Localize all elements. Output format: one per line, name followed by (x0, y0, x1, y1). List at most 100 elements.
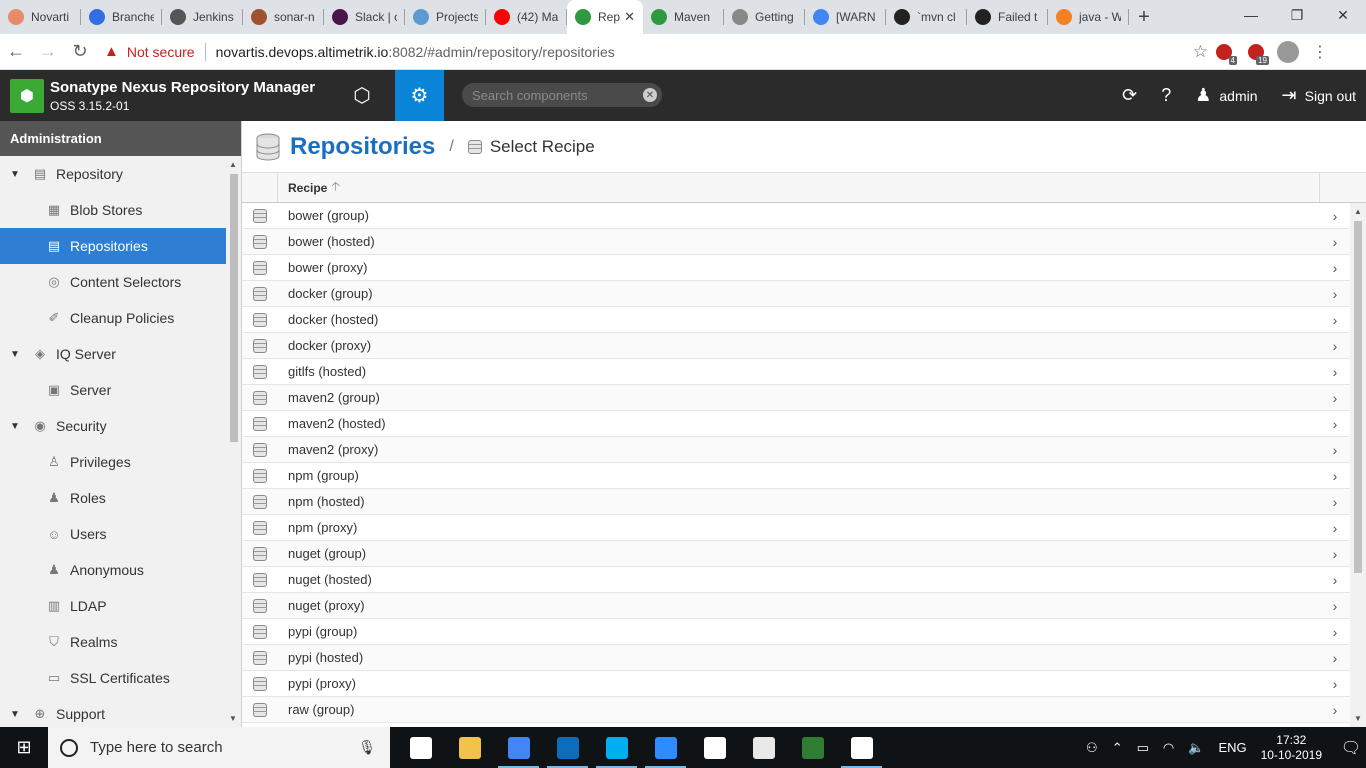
refresh-icon[interactable]: ⟳ (1122, 85, 1137, 106)
grid-scrollbar[interactable]: ▲ ▼ (1350, 203, 1366, 727)
sidebar-item-cleanup-policies[interactable]: ✐ Cleanup Policies (0, 300, 226, 336)
sign-out-link[interactable]: Sign out (1305, 88, 1356, 104)
admin-mode-button[interactable]: ⚙ (395, 70, 444, 121)
battery-icon[interactable]: ▭ (1137, 740, 1149, 756)
profile-button[interactable] (1272, 38, 1304, 66)
table-row[interactable]: maven2 (group) › (242, 385, 1350, 411)
table-row[interactable]: pypi (proxy) › (242, 671, 1350, 697)
table-row[interactable]: bower (hosted) › (242, 229, 1350, 255)
taskbar-app-task-view[interactable] (396, 727, 445, 768)
sidebar-item-ssl-certificates[interactable]: ▭ SSL Certificates (0, 660, 226, 696)
notifications-icon[interactable]: 🗨 (1336, 738, 1366, 758)
sidebar-item-iq-server[interactable]: ▼ ◈ IQ Server (0, 336, 226, 372)
sidebar-item-realms[interactable]: ⛉ Realms (0, 624, 226, 660)
taskbar-app-outlook[interactable] (543, 727, 592, 768)
table-row[interactable]: pypi (hosted) › (242, 645, 1350, 671)
sign-out-icon[interactable]: ⇥ (1282, 85, 1297, 106)
expand-toggle-icon[interactable]: ▼ (10, 709, 20, 720)
sidebar-scroll-thumb[interactable] (230, 174, 238, 442)
browser-tab[interactable]: sonar-n (243, 0, 324, 34)
extension-button-2[interactable]: 19 (1240, 38, 1272, 66)
sidebar-item-security[interactable]: ▼ ◉ Security (0, 408, 226, 444)
table-row[interactable]: npm (group) › (242, 463, 1350, 489)
browse-mode-button[interactable]: ⬡ (340, 70, 384, 121)
table-row[interactable]: nuget (proxy) › (242, 593, 1350, 619)
grid-scroll-thumb[interactable] (1354, 221, 1362, 573)
browser-tab[interactable]: Maven (643, 0, 724, 34)
sidebar-item-server[interactable]: ▣ Server (0, 372, 226, 408)
sidebar-item-roles[interactable]: ♟ Roles (0, 480, 226, 516)
microphone-icon[interactable]: 🎙 (358, 739, 376, 756)
table-row[interactable]: nuget (group) › (242, 541, 1350, 567)
search-components-input[interactable]: Search components ✕ (462, 83, 662, 107)
table-row[interactable]: npm (hosted) › (242, 489, 1350, 515)
table-row[interactable]: docker (group) › (242, 281, 1350, 307)
browser-tab[interactable]: java - W (1048, 0, 1129, 34)
forward-button[interactable]: → (32, 36, 64, 68)
taskbar-app-notepad[interactable] (739, 727, 788, 768)
table-row[interactable]: docker (hosted) › (242, 307, 1350, 333)
sidebar-item-blob-stores[interactable]: ▦ Blob Stores (0, 192, 226, 228)
sidebar-item-ldap[interactable]: ▥ LDAP (0, 588, 226, 624)
expand-toggle-icon[interactable]: ▼ (10, 169, 20, 180)
browser-tab[interactable]: Projects (405, 0, 486, 34)
people-icon[interactable]: ⚇ (1086, 740, 1098, 756)
sidebar-item-content-selectors[interactable]: ◎ Content Selectors (0, 264, 226, 300)
maximize-button[interactable]: ❐ (1274, 0, 1320, 30)
taskbar-app-photos[interactable] (837, 727, 886, 768)
expand-toggle-icon[interactable]: ▼ (10, 349, 20, 360)
new-tab-button[interactable]: + (1129, 0, 1159, 34)
table-row[interactable]: bower (group) › (242, 203, 1350, 229)
browser-tab[interactable]: (42) Ma (486, 0, 567, 34)
taskbar-search[interactable]: Type here to search 🎙 (48, 727, 390, 768)
browser-tab[interactable]: Slack | c (324, 0, 405, 34)
expand-toggle-icon[interactable]: ▼ (10, 421, 20, 432)
taskbar-app-excel-like[interactable] (788, 727, 837, 768)
browser-tab[interactable]: `mvn cl (886, 0, 967, 34)
close-window-button[interactable]: ✕ (1320, 0, 1366, 30)
table-row[interactable]: nuget (hosted) › (242, 567, 1350, 593)
sidebar-scrollbar[interactable]: ▲ ▼ (226, 156, 241, 727)
browser-tab[interactable]: [WARN (805, 0, 886, 34)
table-row[interactable]: docker (proxy) › (242, 333, 1350, 359)
scroll-down-icon[interactable]: ▼ (229, 714, 237, 723)
extension-button-1[interactable]: 4 (1208, 38, 1240, 66)
help-icon[interactable]: ? (1161, 85, 1171, 106)
table-row[interactable]: maven2 (hosted) › (242, 411, 1350, 437)
table-row[interactable]: npm (proxy) › (242, 515, 1350, 541)
scroll-up-icon[interactable]: ▲ (229, 160, 237, 169)
security-status[interactable]: Not secure (127, 44, 195, 60)
browser-tab[interactable]: Novarti (0, 0, 81, 34)
table-row[interactable]: pypi (group) › (242, 619, 1350, 645)
back-button[interactable]: ← (0, 36, 32, 68)
address-bar[interactable]: ▲ Not secure novartis.devops.altimetrik.… (104, 38, 1208, 66)
start-button[interactable]: ⊞ (0, 727, 48, 768)
clear-search-icon[interactable]: ✕ (643, 88, 657, 102)
taskbar-app-file-explorer[interactable] (445, 727, 494, 768)
user-name[interactable]: admin (1219, 88, 1257, 104)
recipe-column-header[interactable]: Recipe 🡡 (278, 173, 1320, 202)
browser-tab[interactable]: Failed t (967, 0, 1048, 34)
browser-tab[interactable]: Rep ✕ (567, 0, 643, 34)
minimize-button[interactable]: — (1228, 0, 1274, 30)
sidebar-item-support[interactable]: ▼ ⊕ Support (0, 696, 226, 727)
sidebar-item-repository[interactable]: ▼ ▤ Repository (0, 156, 226, 192)
language-indicator[interactable]: ENG (1218, 740, 1246, 755)
table-row[interactable]: bower (proxy) › (242, 255, 1350, 281)
table-row[interactable]: raw (group) › (242, 697, 1350, 723)
wifi-icon[interactable]: ◠ (1163, 740, 1174, 756)
bookmark-star-icon[interactable]: ☆ (1193, 42, 1208, 62)
volume-icon[interactable]: 🔈 (1188, 740, 1204, 756)
table-row[interactable]: gitlfs (hosted) › (242, 359, 1350, 385)
taskbar-app-zoom[interactable] (641, 727, 690, 768)
clock[interactable]: 17:32 10-10-2019 (1261, 733, 1322, 763)
taskbar-app-sticky-notes[interactable] (690, 727, 739, 768)
show-hidden-icons[interactable]: ⌃ (1112, 740, 1123, 756)
scroll-up-icon[interactable]: ▲ (1354, 207, 1362, 216)
tab-close-icon[interactable]: ✕ (624, 9, 635, 25)
browser-tab[interactable]: Getting (724, 0, 805, 34)
sidebar-item-users[interactable]: ☺ Users (0, 516, 226, 552)
page-title[interactable]: Repositories (290, 133, 435, 161)
sidebar-item-repositories[interactable]: ▤ Repositories (0, 228, 226, 264)
table-row[interactable]: maven2 (proxy) › (242, 437, 1350, 463)
